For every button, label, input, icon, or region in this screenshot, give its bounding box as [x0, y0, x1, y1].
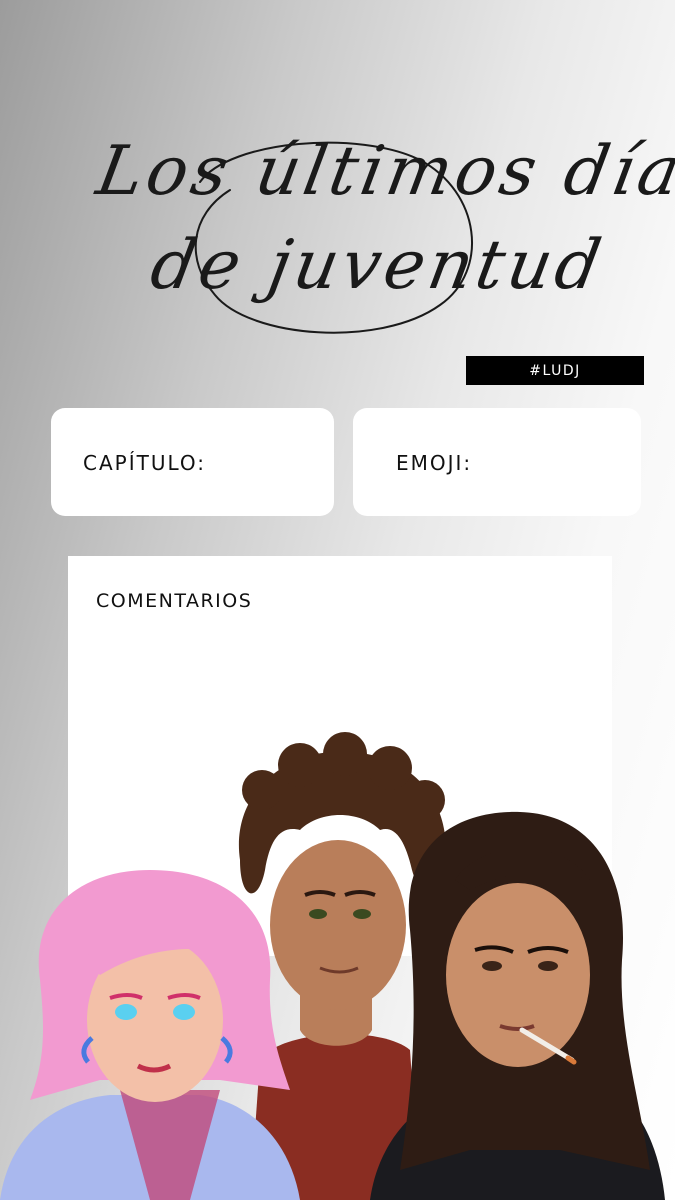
- character-pink-hair: [0, 870, 300, 1200]
- title-line-1: Los últimos días: [91, 132, 675, 211]
- title-line-2: de juventud: [145, 226, 611, 305]
- chapter-field[interactable]: CAPÍTULO:: [51, 408, 334, 516]
- hashtag-badge: #LUDJ: [466, 356, 644, 385]
- comments-label: COMENTARIOS: [96, 590, 253, 612]
- emoji-field[interactable]: EMOJI:: [353, 408, 641, 516]
- characters-illustration: [0, 732, 665, 1200]
- title-block: Los últimos días de juventud: [80, 120, 675, 360]
- chapter-label: CAPÍTULO:: [83, 451, 207, 475]
- emoji-label: EMOJI:: [396, 451, 473, 475]
